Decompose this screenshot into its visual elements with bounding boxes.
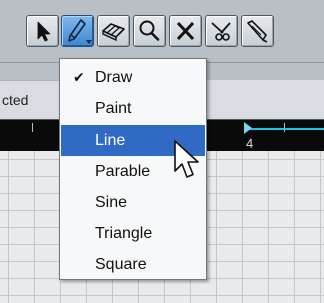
track-label: cted (0, 80, 62, 119)
split-tool-button[interactable] (205, 15, 238, 47)
ruler-bar-number: 4 (246, 136, 254, 151)
menu-item-label: Square (95, 256, 147, 273)
menu-item-label: Draw (95, 69, 133, 86)
arrow-icon (37, 21, 51, 42)
menu-item-label: Paint (95, 100, 132, 117)
draw-tool-button[interactable] (61, 15, 94, 47)
glue-icon (247, 20, 268, 43)
menu-item-sine[interactable]: Sine (61, 187, 205, 218)
locator-range[interactable] (248, 128, 324, 130)
menu-item-label: Line (95, 132, 126, 149)
left-locator-marker[interactable] (244, 122, 252, 134)
menu-item-triangle[interactable]: Triangle (61, 218, 205, 249)
eraser-icon (102, 23, 125, 42)
erase-tool-button[interactable] (97, 15, 130, 47)
menu-item-label: Sine (95, 194, 128, 211)
menu-item-square[interactable]: Square (61, 249, 205, 280)
zoom-tool-button[interactable] (133, 15, 166, 47)
toolbar (0, 0, 324, 62)
checkmark-icon: ✔ (73, 69, 85, 85)
mouse-pointer-icon (174, 140, 199, 178)
mute-tool-button[interactable] (169, 15, 202, 47)
arrow-tool-button[interactable] (26, 15, 59, 47)
menu-item-label: Triangle (95, 225, 153, 242)
ruler-tick (32, 123, 33, 132)
glue-tool-button[interactable] (241, 15, 274, 47)
menu-item-draw[interactable]: ✔ Draw (61, 62, 205, 93)
scissors-icon (211, 22, 231, 41)
menu-item-paint[interactable]: Paint (61, 93, 205, 124)
x-icon (176, 21, 195, 41)
menu-item-label: Parable (95, 163, 151, 180)
magnifier-icon (139, 20, 160, 41)
pencil-icon (68, 19, 92, 44)
